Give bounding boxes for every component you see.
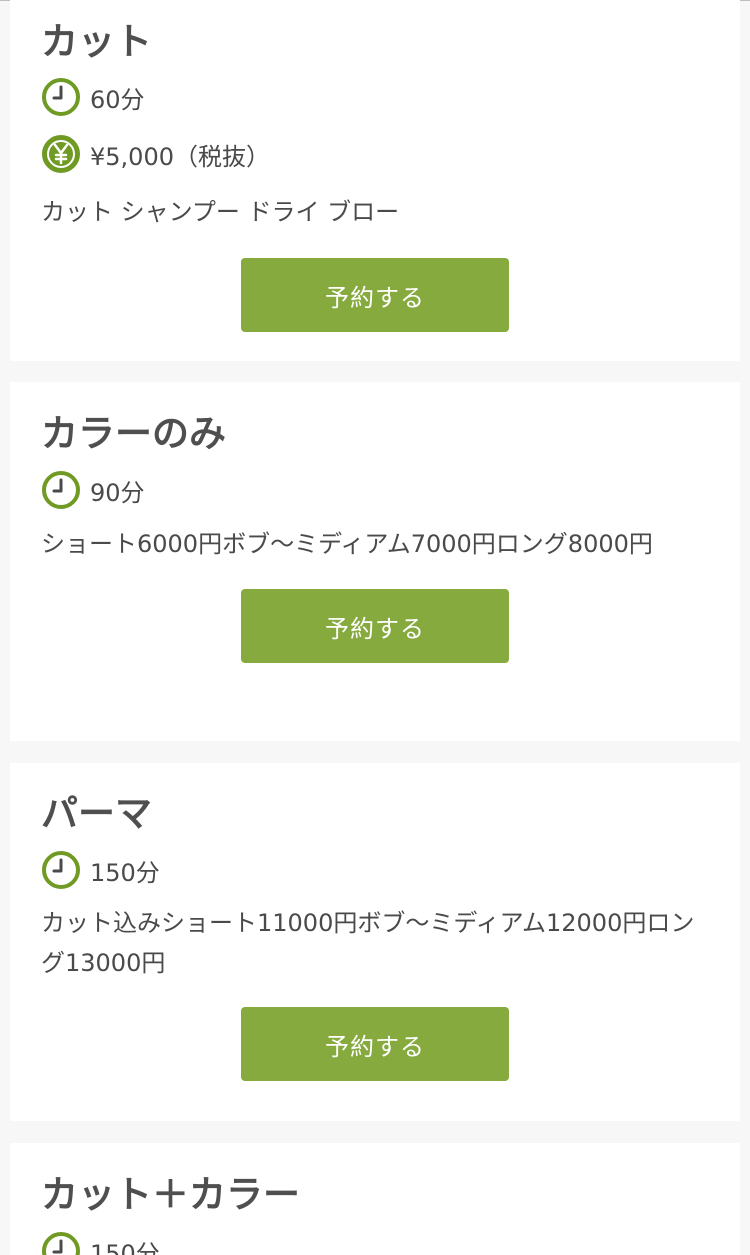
menu-card-perm: パーマ 150分 カット込みショート11000円ボブ〜ミディアム12000円ロン… <box>10 763 740 1121</box>
clock-icon <box>42 78 80 116</box>
menu-card-cut-color: カット＋カラー 150分 <box>10 1143 740 1255</box>
reserve-button[interactable]: 予約する <box>241 1007 509 1081</box>
yen-icon <box>42 135 80 173</box>
reserve-button[interactable]: 予約する <box>241 258 509 332</box>
duration-row: 60分 <box>41 77 145 117</box>
reserve-button[interactable]: 予約する <box>241 589 509 663</box>
menu-card-color: カラーのみ 90分 ショート6000円ボブ〜ミディアム7000円ロング8000円… <box>10 382 740 741</box>
menu-title: カラーのみ <box>41 412 226 455</box>
price-text: ¥5,000（税抜） <box>90 142 270 171</box>
duration-row: 90分 <box>41 470 145 510</box>
menu-description: カット込みショート11000円ボブ〜ミディアム12000円ロング13000円 <box>41 909 695 977</box>
duration-row: 150分 <box>41 850 160 890</box>
menu-title: カット <box>41 20 152 63</box>
menu-description: ショート6000円ボブ〜ミディアム7000円ロング8000円 <box>41 530 653 558</box>
duration-row: 150分 <box>41 1231 160 1255</box>
duration-text: 90分 <box>90 478 145 507</box>
menu-title: カット＋カラー <box>41 1173 300 1216</box>
clock-icon <box>42 471 80 509</box>
menu-description: カット シャンプー ドライ ブロー <box>41 198 400 226</box>
clock-icon <box>42 851 80 889</box>
duration-text: 150分 <box>90 858 160 887</box>
duration-text: 150分 <box>90 1239 160 1255</box>
menu-card-cut: カット 60分 ¥5,000（税抜） カット シャンプー ドライ ブロー 予約す… <box>10 0 740 361</box>
menu-title: パーマ <box>41 792 152 835</box>
duration-text: 60分 <box>90 85 145 114</box>
clock-icon <box>42 1232 80 1255</box>
price-row: ¥5,000（税抜） <box>41 134 270 174</box>
